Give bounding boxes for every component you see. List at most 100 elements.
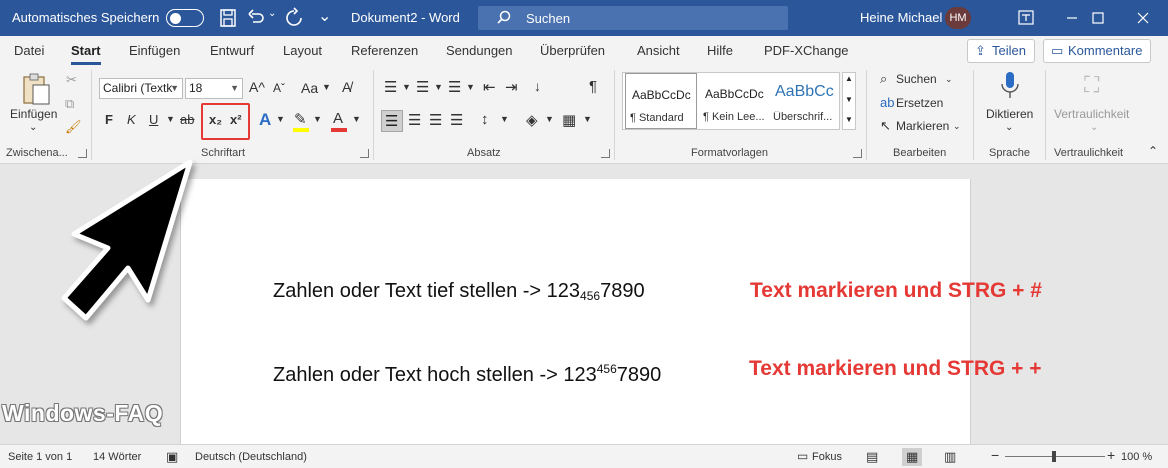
- microphone-icon[interactable]: [999, 70, 1021, 102]
- tab-ueberpruefen[interactable]: Überprüfen: [540, 43, 605, 58]
- italic-button[interactable]: K: [127, 112, 136, 127]
- collapse-ribbon-icon[interactable]: ⌃: [1148, 144, 1158, 158]
- strikethrough-button[interactable]: ab: [180, 112, 194, 127]
- borders-icon[interactable]: ▦: [562, 111, 576, 129]
- format-painter-icon[interactable]: 🖌: [65, 119, 82, 135]
- tab-layout[interactable]: Layout: [283, 43, 322, 58]
- chevron-down-icon[interactable]: ▼: [352, 114, 361, 124]
- chevron-down-icon[interactable]: ▼: [313, 114, 322, 124]
- page-count[interactable]: Seite 1 von 1: [8, 451, 72, 463]
- underline-button[interactable]: U: [149, 112, 158, 127]
- tab-datei[interactable]: Datei: [14, 43, 44, 58]
- tab-ansicht[interactable]: Ansicht: [637, 43, 680, 58]
- styles-launcher-icon[interactable]: [853, 149, 862, 158]
- font-family-select[interactable]: Calibri (Textk ▼: [99, 78, 183, 99]
- grow-font-icon[interactable]: A^: [249, 79, 265, 95]
- paste-dropdown-icon[interactable]: ⌄: [29, 122, 37, 133]
- style-no-spacing[interactable]: AaBbCcDc ¶ Kein Lee...: [699, 73, 771, 129]
- font-color-icon[interactable]: A: [333, 110, 343, 127]
- chevron-down-icon[interactable]: ▼: [500, 114, 509, 124]
- comments-button[interactable]: ▭ Kommentare: [1043, 39, 1152, 63]
- style-standard[interactable]: AaBbCcDc ¶ Standard: [625, 73, 697, 129]
- read-mode-icon[interactable]: ▤: [866, 449, 878, 465]
- chevron-down-icon[interactable]: ▼: [466, 82, 475, 92]
- align-right-icon[interactable]: ☰: [429, 111, 442, 129]
- zoom-out-icon[interactable]: −: [991, 447, 999, 463]
- font-launcher-icon[interactable]: [360, 149, 369, 158]
- increase-indent-icon[interactable]: ⇥: [505, 78, 518, 96]
- tab-hilfe[interactable]: Hilfe: [707, 43, 733, 58]
- sensitivity-button[interactable]: Vertraulichkeit: [1054, 107, 1129, 121]
- paste-icon[interactable]: [20, 72, 52, 106]
- tab-pdf-xchange[interactable]: PDF-XChange: [764, 43, 849, 58]
- undo-icon[interactable]: [244, 6, 268, 30]
- align-left-button[interactable]: ☰: [381, 110, 403, 132]
- highlight-icon[interactable]: ✎: [294, 110, 307, 128]
- paragraph-launcher-icon[interactable]: [601, 149, 610, 158]
- dictate-button[interactable]: Diktieren: [986, 107, 1033, 121]
- chevron-down-icon[interactable]: ▼: [402, 82, 411, 92]
- redo-icon[interactable]: [282, 6, 306, 30]
- chevron-down-icon[interactable]: ▼: [322, 82, 331, 92]
- word-count[interactable]: 14 Wörter: [93, 451, 141, 463]
- clear-formatting-icon[interactable]: A̸: [342, 79, 351, 95]
- chevron-down-icon[interactable]: ⌄: [945, 74, 953, 85]
- proofing-icon[interactable]: ▣: [166, 449, 178, 465]
- bold-button[interactable]: F: [105, 112, 113, 127]
- save-icon[interactable]: [216, 6, 240, 30]
- chevron-down-icon[interactable]: ⌄: [953, 121, 961, 132]
- select-button[interactable]: Markieren: [896, 119, 949, 133]
- document-page[interactable]: Zahlen oder Text tief stellen -> 1234567…: [180, 179, 971, 444]
- chevron-down-icon[interactable]: ▼: [166, 114, 175, 124]
- chevron-down-icon[interactable]: ▼: [545, 114, 554, 124]
- styles-scrollbar[interactable]: ▲ ▼ ▼: [842, 72, 856, 130]
- shading-icon[interactable]: ◈: [526, 111, 538, 129]
- focus-button[interactable]: Fokus: [812, 451, 842, 463]
- maximize-icon[interactable]: [1075, 0, 1121, 36]
- shrink-font-icon[interactable]: Aˇ: [273, 81, 285, 95]
- undo-dropdown-icon[interactable]: ⌄: [268, 8, 276, 19]
- chevron-down-icon[interactable]: ▼: [583, 114, 592, 124]
- align-center-icon[interactable]: ☰: [408, 111, 421, 129]
- tab-start[interactable]: Start: [71, 43, 101, 65]
- decrease-indent-icon[interactable]: ⇤: [483, 78, 496, 96]
- line-spacing-icon[interactable]: ↕: [481, 111, 489, 128]
- replace-button[interactable]: Ersetzen: [896, 96, 943, 110]
- ribbon-display-icon[interactable]: [1003, 0, 1049, 36]
- text-effects-icon[interactable]: A: [259, 110, 271, 130]
- multilevel-list-icon[interactable]: ☰: [448, 78, 461, 96]
- zoom-in-icon[interactable]: +: [1107, 447, 1115, 463]
- justify-icon[interactable]: ☰: [450, 111, 463, 129]
- web-layout-icon[interactable]: ▥: [944, 449, 956, 465]
- paste-button[interactable]: Einfügen: [10, 107, 57, 121]
- chevron-down-icon[interactable]: ▼: [434, 82, 443, 92]
- language-indicator[interactable]: Deutsch (Deutschland): [195, 451, 307, 463]
- dictate-dropdown-icon[interactable]: ⌄: [1005, 122, 1013, 133]
- numbering-icon[interactable]: ☰: [416, 78, 429, 96]
- pilcrow-icon[interactable]: ¶: [589, 78, 597, 95]
- avatar[interactable]: HM: [945, 7, 971, 29]
- chevron-down-icon[interactable]: ▼: [845, 95, 853, 104]
- tab-einfuegen[interactable]: Einfügen: [129, 43, 180, 58]
- zoom-slider-thumb[interactable]: [1052, 451, 1056, 462]
- tab-sendungen[interactable]: Sendungen: [446, 43, 513, 58]
- autosave-toggle[interactable]: [166, 9, 204, 27]
- close-icon[interactable]: [1120, 0, 1166, 36]
- chevron-up-icon[interactable]: ▲: [845, 74, 853, 83]
- find-button[interactable]: Suchen: [896, 72, 937, 86]
- zoom-slider[interactable]: [1005, 451, 1105, 462]
- customize-qat-icon[interactable]: ⌄: [318, 6, 331, 26]
- chevron-down-icon[interactable]: ▼: [276, 114, 285, 124]
- bullets-icon[interactable]: ☰: [384, 78, 397, 96]
- tab-referenzen[interactable]: Referenzen: [351, 43, 418, 58]
- more-styles-icon[interactable]: ▼: [845, 115, 853, 124]
- print-layout-button[interactable]: ▦: [902, 448, 922, 466]
- font-size-select[interactable]: 18 ▼: [185, 78, 243, 99]
- tab-entwurf[interactable]: Entwurf: [210, 43, 254, 58]
- sort-icon[interactable]: ↓: [534, 78, 541, 94]
- focus-icon[interactable]: ▭: [797, 449, 808, 463]
- copy-icon[interactable]: ⧉: [65, 96, 74, 112]
- zoom-level[interactable]: 100 %: [1121, 451, 1152, 463]
- share-button[interactable]: ⇪ Teilen: [967, 39, 1035, 63]
- change-case-button[interactable]: Aa: [301, 80, 318, 96]
